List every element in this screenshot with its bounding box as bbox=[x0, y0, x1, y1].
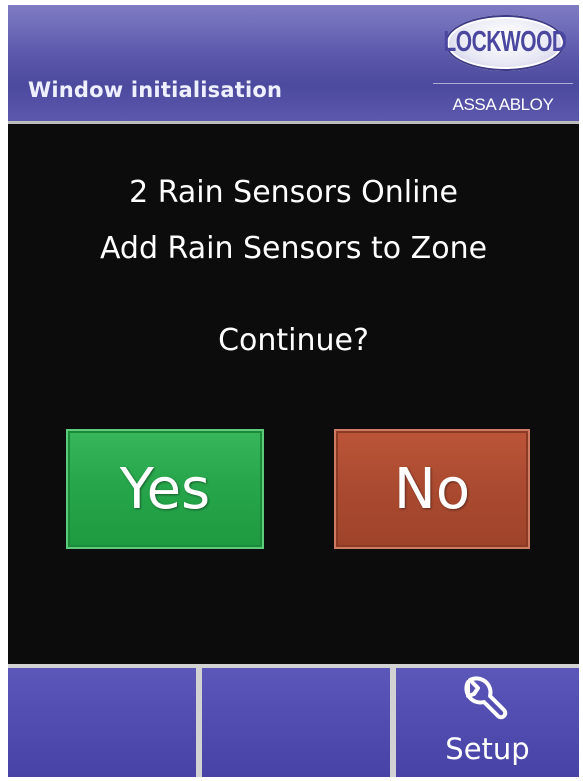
soft-key-bar: Setup bbox=[8, 664, 579, 777]
message-line-sensors-online: 2 Rain Sensors Online bbox=[129, 175, 458, 210]
screen-title: Window initialisation bbox=[28, 78, 283, 102]
logo-divider bbox=[433, 83, 573, 84]
assa-abloy-logo-text: ASSA ABLOY bbox=[452, 95, 554, 114]
no-button[interactable]: No bbox=[334, 429, 530, 549]
soft-key-2[interactable] bbox=[202, 668, 390, 777]
header-bar: Window initialisation LOCKWOOD ASSA ABLO… bbox=[8, 5, 579, 121]
yes-button[interactable]: Yes bbox=[66, 429, 264, 549]
message-line-add-sensors: Add Rain Sensors to Zone bbox=[99, 231, 488, 266]
setup-label: Setup bbox=[445, 732, 530, 766]
header-divider bbox=[8, 121, 579, 124]
wrench-icon bbox=[454, 674, 510, 730]
yes-button-label: Yes bbox=[119, 456, 211, 522]
touch-panel: Window initialisation LOCKWOOD ASSA ABLO… bbox=[8, 5, 579, 777]
status-message: 2 Rain Sensors Online Add Rain Sensors t… bbox=[8, 165, 579, 277]
lockwood-logo-text: LOCKWOOD bbox=[443, 26, 567, 58]
lockwood-logo-oval: LOCKWOOD bbox=[443, 15, 567, 71]
no-button-label: No bbox=[393, 456, 471, 522]
brand-logo: LOCKWOOD ASSA ABLOY bbox=[433, 11, 573, 115]
soft-key-1[interactable] bbox=[8, 668, 196, 777]
continue-prompt: Continue? bbox=[218, 323, 369, 358]
setup-button[interactable]: Setup bbox=[396, 668, 579, 777]
